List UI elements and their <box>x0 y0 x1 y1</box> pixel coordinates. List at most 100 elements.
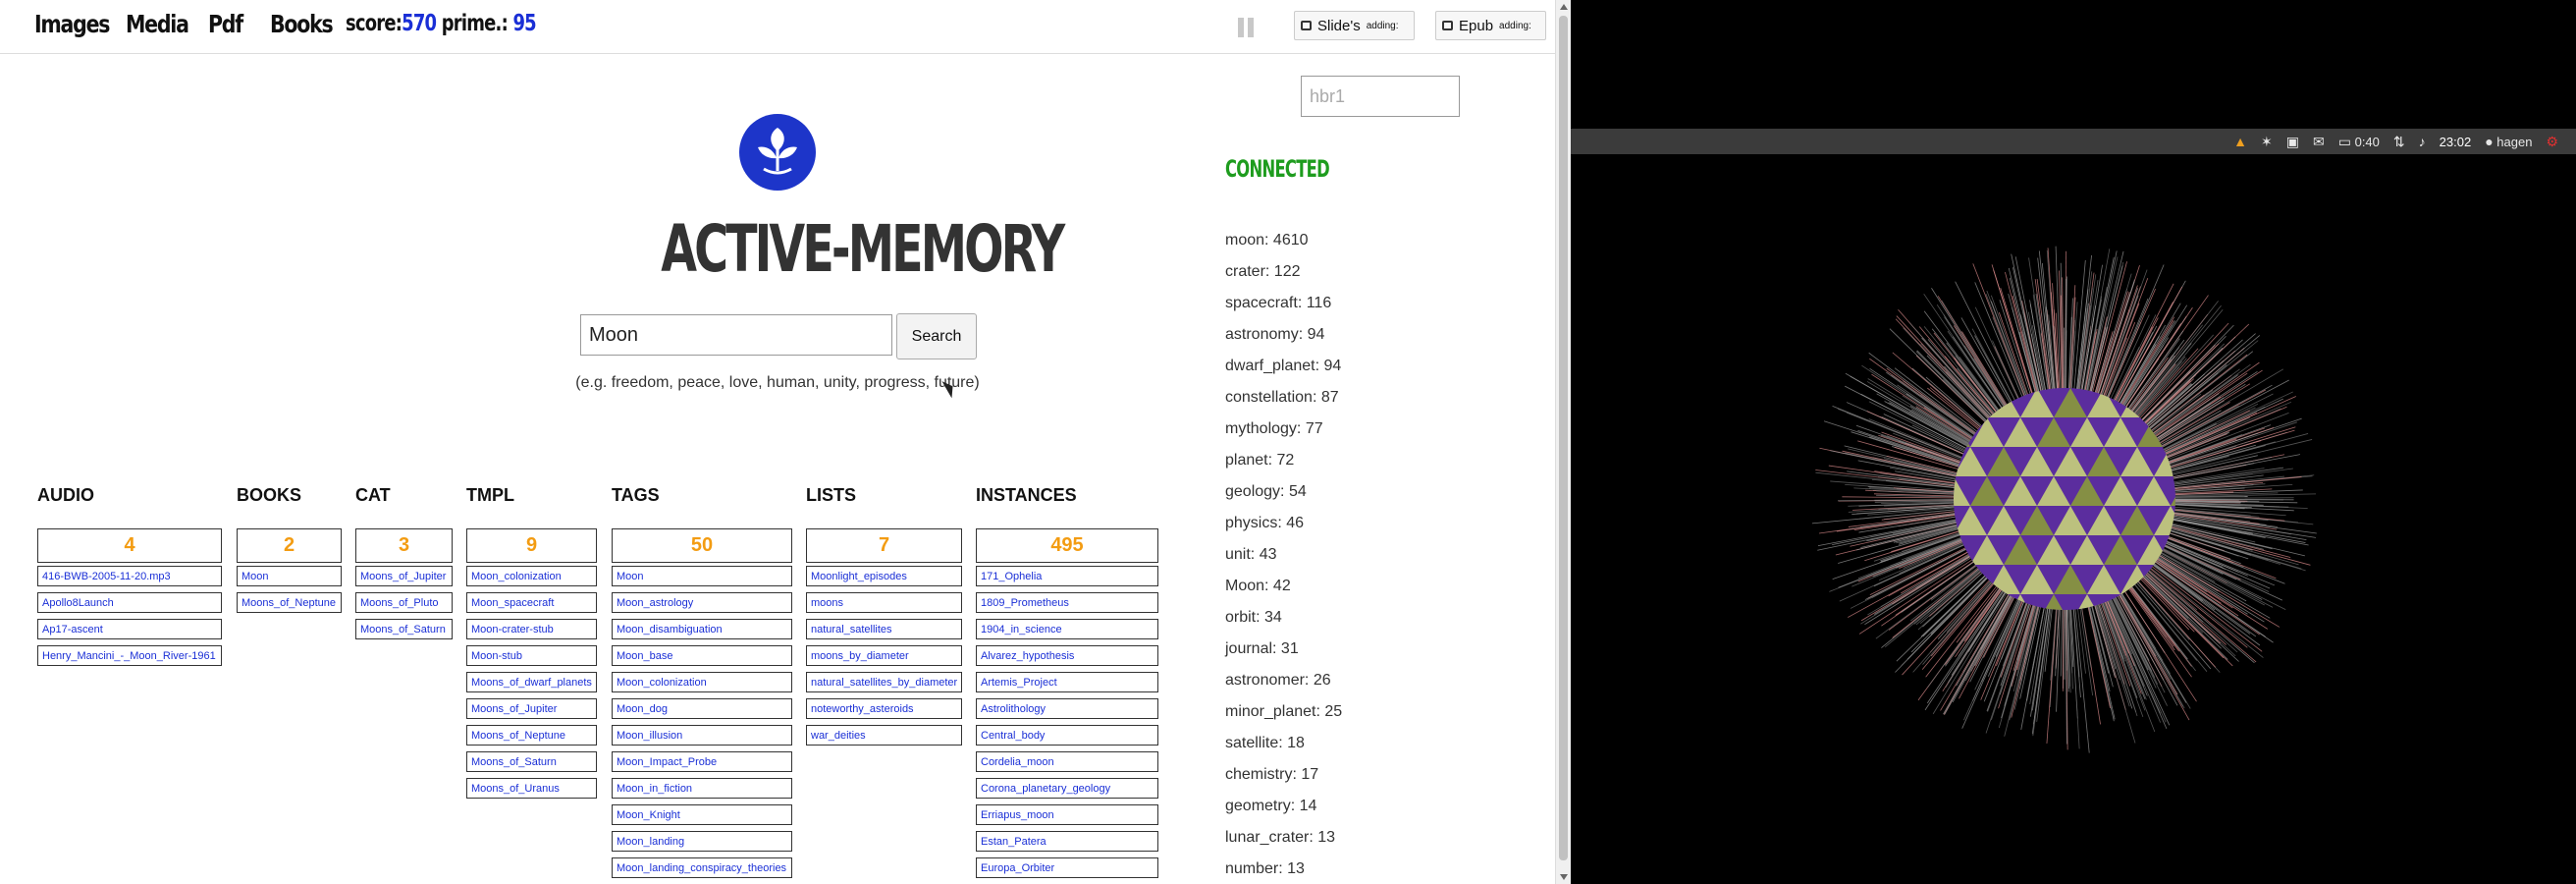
column-count[interactable]: 2 <box>237 528 342 563</box>
list-item[interactable]: Erriapus_moon <box>976 804 1158 825</box>
list-item[interactable]: 171_Ophelia <box>976 566 1158 586</box>
list-item[interactable]: 1809_Prometheus <box>976 592 1158 613</box>
battery-indicator[interactable]: ▭ 0:40 <box>2338 134 2380 150</box>
window-icon[interactable]: ▣ <box>2286 134 2299 150</box>
scrollbar-thumb[interactable] <box>1559 16 1568 860</box>
list-item[interactable]: Ap17-ascent <box>37 619 222 639</box>
list-item[interactable]: Moon_disambiguation <box>612 619 792 639</box>
list-item[interactable]: Moon-crater-stub <box>466 619 597 639</box>
list-item[interactable]: Europa_Orbiter <box>976 857 1158 878</box>
list-item[interactable]: Moons_of_Pluto <box>355 592 453 613</box>
related-term: minor_planet: 25 <box>1225 703 1343 720</box>
list-item[interactable]: Artemis_Project <box>976 672 1158 692</box>
list-item[interactable]: Moonlight_episodes <box>806 566 962 586</box>
mail-icon[interactable]: ✉ <box>2313 134 2325 150</box>
slides-adding: adding: <box>1366 20 1399 31</box>
list-item[interactable]: Moon-stub <box>466 645 597 666</box>
list-item[interactable]: Cordelia_moon <box>976 751 1158 772</box>
vlc-icon[interactable]: ▲ <box>2233 134 2247 149</box>
list-item[interactable]: Moons_of_Neptune <box>466 725 597 746</box>
list-item[interactable]: Estan_Patera <box>976 831 1158 852</box>
list-item[interactable]: natural_satellites <box>806 619 962 639</box>
list-item[interactable]: natural_satellites_by_diameter <box>806 672 962 692</box>
column-books: BOOKS 2 Moon Moons_of_Neptune <box>237 485 342 613</box>
list-item[interactable]: Moons_of_dwarf_planets <box>466 672 597 692</box>
list-item[interactable]: Moons_of_Uranus <box>466 778 597 799</box>
column-tmpl: TMPL 9 Moon_colonization Moon_spacecraft… <box>466 485 597 799</box>
column-title: TAGS <box>612 485 660 505</box>
list-item[interactable]: moons_by_diameter <box>806 645 962 666</box>
slides-button[interactable]: Slide's adding: <box>1294 11 1415 40</box>
list-item[interactable]: Moon_Impact_Probe <box>612 751 792 772</box>
column-count[interactable]: 9 <box>466 528 597 563</box>
network-icon[interactable]: ⇅ <box>2393 134 2405 150</box>
list-item[interactable]: Moon_colonization <box>612 672 792 692</box>
search-input[interactable] <box>580 314 892 356</box>
list-item[interactable]: Corona_planetary_geology <box>976 778 1158 799</box>
column-count[interactable]: 7 <box>806 528 962 563</box>
column-lists: LISTS 7 Moonlight_episodes moons natural… <box>806 485 962 746</box>
list-item[interactable]: Moons_of_Neptune <box>237 592 342 613</box>
column-count[interactable]: 4 <box>37 528 222 563</box>
list-item[interactable]: Apollo8Launch <box>37 592 222 613</box>
list-item[interactable]: Moon_in_fiction <box>612 778 792 799</box>
nav-books[interactable]: Books <box>270 10 334 38</box>
user-menu[interactable]: ● hagen <box>2485 134 2532 149</box>
column-title: AUDIO <box>37 485 94 505</box>
related-term: mythology: 77 <box>1225 420 1323 437</box>
list-item[interactable]: Alvarez_hypothesis <box>976 645 1158 666</box>
search-button[interactable]: Search <box>896 313 977 359</box>
sphere-triangle <box>2204 653 2237 683</box>
list-item[interactable]: Astrolithology <box>976 698 1158 719</box>
list-item[interactable]: 1904_in_science <box>976 619 1158 639</box>
scroll-up-icon[interactable] <box>1560 4 1568 10</box>
list-item[interactable]: Moon_base <box>612 645 792 666</box>
related-term: unit: 43 <box>1225 546 1277 563</box>
list-item[interactable]: Moon_Knight <box>612 804 792 825</box>
list-item[interactable]: Moon <box>237 566 342 586</box>
list-item[interactable]: Moon_spacecraft <box>466 592 597 613</box>
nav-images[interactable]: Images <box>34 10 110 38</box>
list-item[interactable]: Moon <box>612 566 792 586</box>
list-item[interactable]: Moon_landing_conspiracy_theories <box>612 857 792 878</box>
list-item[interactable]: Moon_landing <box>612 831 792 852</box>
list-item[interactable]: 416-BWB-2005-11-20.mp3 <box>37 566 222 586</box>
room-input[interactable]: hbr1 <box>1301 76 1460 117</box>
volume-icon[interactable]: ♪ <box>2419 134 2426 149</box>
list-item[interactable]: Moon_astrology <box>612 592 792 613</box>
list-item[interactable]: Moons_of_Jupiter <box>466 698 597 719</box>
column-title: TMPL <box>466 485 514 505</box>
column-instances: INSTANCES 495 171_Ophelia 1809_Prometheu… <box>976 485 1158 878</box>
list-item[interactable]: Henry_Mancini_-_Moon_River-1961 <box>37 645 222 666</box>
list-item[interactable]: Moons_of_Saturn <box>355 619 453 639</box>
column-count[interactable]: 495 <box>976 528 1158 563</box>
epub-button[interactable]: Epub adding: <box>1435 11 1546 40</box>
column-count[interactable]: 50 <box>612 528 792 563</box>
list-item[interactable]: Moons_of_Saturn <box>466 751 597 772</box>
related-term: chemistry: 17 <box>1225 766 1319 783</box>
pause-icon[interactable] <box>1238 18 1258 37</box>
star-icon[interactable]: ✶ <box>2261 134 2273 150</box>
related-term: spacecraft: 116 <box>1225 295 1332 311</box>
related-term: planet: 72 <box>1225 452 1295 469</box>
column-count[interactable]: 3 <box>355 528 453 563</box>
list-item[interactable]: moons <box>806 592 962 613</box>
page-scrollbar[interactable] <box>1555 0 1572 884</box>
list-item[interactable]: Moon_colonization <box>466 566 597 586</box>
related-term: orbit: 34 <box>1225 609 1282 626</box>
list-item[interactable]: Moon_dog <box>612 698 792 719</box>
battery-icon: ▭ <box>2337 133 2351 149</box>
list-item[interactable]: Moons_of_Jupiter <box>355 566 453 586</box>
column-title: CAT <box>355 485 391 505</box>
list-item[interactable]: Central_body <box>976 725 1158 746</box>
list-item[interactable]: Moon_illusion <box>612 725 792 746</box>
list-item[interactable]: war_deities <box>806 725 962 746</box>
nav-media[interactable]: Media <box>126 10 189 38</box>
clock[interactable]: 23:02 <box>2440 135 2472 149</box>
browser-page: Images Media Pdf Books score:570 prime.:… <box>0 0 1555 884</box>
scroll-down-icon[interactable] <box>1560 874 1568 880</box>
power-icon[interactable]: ⚙ <box>2546 134 2558 150</box>
epub-label: Epub <box>1459 17 1494 34</box>
nav-pdf[interactable]: Pdf <box>208 10 243 38</box>
list-item[interactable]: noteworthy_asteroids <box>806 698 962 719</box>
